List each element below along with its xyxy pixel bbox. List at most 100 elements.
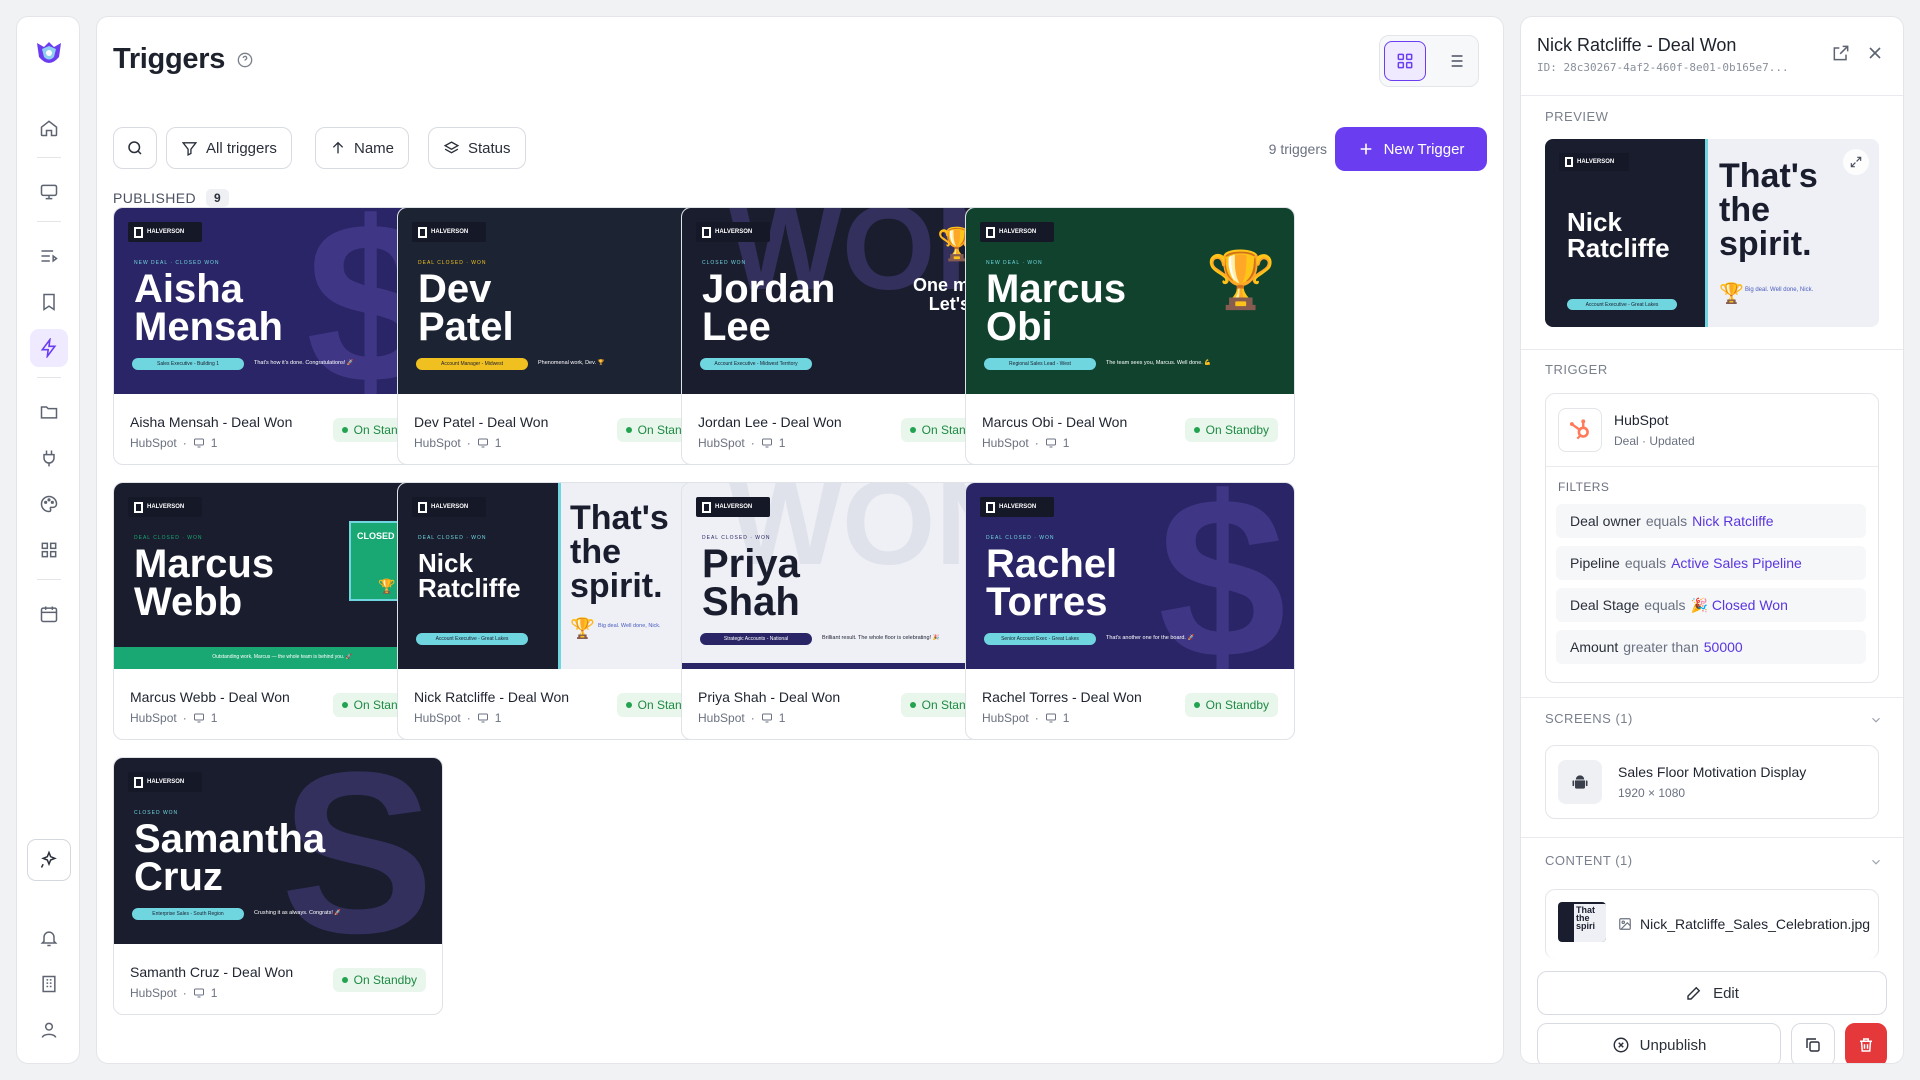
card-person-name: Marcus Webb [134,542,275,624]
card-title: Jordan Lee - Deal Won [698,414,842,430]
content-item[interactable]: That the spiri Nick_Ratcliffe_Sales_Cele… [1545,889,1879,959]
brand-logo: HALVERSON [412,222,486,242]
edit-button[interactable]: Edit [1537,971,1887,1015]
trigger-card[interactable]: S HALVERSON CLOSED WON Samantha Cruz Enterpri… [113,757,443,1015]
preview-person-name: Nick Ratcliffe [1567,207,1670,263]
trigger-detail-panel: Nick Ratcliffe - Deal Won ID: 28c30267-4… [1520,16,1904,1064]
card-person-name: Aisha Mensah [134,267,283,349]
screen-icon [477,437,489,449]
main-content: Triggers All triggers Name Status 9 trig… [96,16,1504,1064]
card-role-pill: Account Executive - Great Lakes [416,633,528,645]
trigger-card[interactable]: $ HALVERSON DEAL CLOSED · WON Rachel Torres S… [965,482,1295,740]
brand-name: HALVERSON [431,229,469,235]
trigger-section-label: TRIGGER [1545,362,1608,377]
trigger-card[interactable]: WONHALVERSONCLOSED WONJordanLeeOne more.… [681,207,1011,465]
preview-image[interactable]: HALVERSON Nick Ratcliffe Account Executive … [1545,139,1879,327]
delete-button[interactable] [1845,1023,1887,1063]
trigger-card[interactable]: HALVERSON DEAL CLOSED · WON Nick Ratcliffe T… [397,482,727,740]
content-chevron-down-icon[interactable] [1869,855,1883,869]
brand-logo: HALVERSON [980,222,1054,242]
status-badge: On Standby [332,968,426,992]
card-kicker: DEAL CLOSED · WON [418,535,487,541]
close-icon[interactable] [1865,43,1885,63]
trigger-card[interactable]: HALVERSON DEAL CLOSED · WON Dev Patel Accoun… [397,207,727,465]
card-screen-count: 1 [210,711,218,725]
home-icon[interactable] [30,109,68,147]
section-label: PUBLISHED [113,190,196,206]
folder-icon[interactable] [30,393,68,431]
card-thumbnail: WONHALVERSONCLOSED WONJordanLeeOne more.… [682,208,1010,394]
trophy-icon: 🏆 [378,578,396,594]
calendar-icon[interactable] [30,595,68,633]
playlist-icon[interactable] [30,237,68,275]
monitor-icon[interactable] [30,173,68,211]
sort-name-button[interactable]: Name [315,127,410,169]
trigger-card[interactable]: HALVERSON NEW DEAL · WON Marcus Obi 🏆 Regiona… [965,207,1295,465]
card-source: HubSpot [414,711,461,725]
brand-name: HALVERSON [715,504,753,510]
trigger-card[interactable]: WON HALVERSON DEAL CLOSED · WON Priya Shah St… [681,482,1011,740]
filter-field: Deal Stage [1570,597,1640,613]
app-logo-icon[interactable] [32,37,66,71]
android-icon [1558,760,1602,804]
card-role-pill: Account Manager - Midwest [416,358,528,370]
trigger-count: 9 triggers [1268,141,1327,157]
card-kicker: DEAL CLOSED · WON [418,260,487,266]
copy-icon [1804,1036,1822,1054]
open-external-icon[interactable] [1831,43,1851,63]
plus-icon [1358,141,1374,157]
card-role-pill: Regional Sales Lead - West [984,358,1096,370]
expand-icon[interactable] [1843,149,1869,175]
pencil-icon [1685,984,1703,1002]
user-icon[interactable] [30,1011,68,1049]
screen-icon [1045,437,1057,449]
trigger-card[interactable]: $ HALVERSON NEW DEAL · CLOSED WON Aisha Mens… [113,207,443,465]
card-meta: HubSpot · 1 [130,711,218,725]
triggers-lightning-icon[interactable] [30,329,68,367]
filters-label: FILTERS [1558,480,1610,494]
unpublish-button[interactable]: Unpublish [1537,1023,1781,1063]
trophy-icon: 🏆 [570,618,595,640]
card-role-pill: Enterprise Sales - South Region [132,908,244,920]
filter-all-triggers-button[interactable]: All triggers [166,127,292,169]
filter-label: All triggers [206,139,277,157]
published-section-header: PUBLISHED 9 [113,189,230,207]
card-thumbnail: S HALVERSON CLOSED WON Samantha Cruz Enterpri… [114,758,442,944]
bell-icon[interactable] [30,919,68,957]
grid-view-icon[interactable] [1384,41,1426,81]
screen-icon [1045,712,1057,724]
brand-logo: HALVERSON [980,497,1054,517]
brand-name: HALVERSON [999,229,1037,235]
card-title: Nick Ratcliffe - Deal Won [414,689,570,705]
plug-icon[interactable] [30,439,68,477]
card-kicker: DEAL CLOSED · WON [986,535,1055,541]
card-title: Marcus Webb - Deal Won [130,689,290,705]
duplicate-button[interactable] [1791,1023,1835,1063]
list-view-icon[interactable] [1434,41,1476,81]
widgets-grid-icon[interactable] [30,531,68,569]
page-title: Triggers [113,43,226,75]
section-count: 9 [205,189,230,207]
card-meta: HubSpot · 1 [414,436,502,450]
card-meta: HubSpot · 1 [130,986,218,1000]
card-tagline: Crushing it as always. Congrats! 🚀 [254,910,342,916]
new-trigger-button[interactable]: New Trigger [1335,127,1487,171]
screen-icon [193,437,205,449]
status-filter-button[interactable]: Status [428,127,526,169]
filter-row: Deal Stage equals 🎉 Closed Won [1556,588,1866,622]
search-button[interactable] [113,127,157,169]
filter-field: Deal owner [1570,513,1641,529]
palette-icon[interactable] [30,485,68,523]
screen-item[interactable]: Sales Floor Motivation Display 1920 × 10… [1545,745,1879,819]
bookmark-icon[interactable] [30,283,68,321]
help-icon[interactable] [237,52,253,68]
trigger-card[interactable]: HALVERSON DEAL CLOSED · WON Marcus Webb CLOS… [113,482,443,740]
card-role-pill: Outstanding work, Marcus — the whole tea… [212,654,352,660]
building-icon[interactable] [30,965,68,1003]
ai-sparkle-icon[interactable] [27,839,71,881]
screens-chevron-down-icon[interactable] [1869,713,1883,727]
card-screen-count: 1 [778,711,786,725]
card-thumbnail: HALVERSON DEAL CLOSED · WON Dev Patel Accoun… [398,208,726,394]
image-file-icon [1618,917,1632,931]
filter-operator: equals [1624,555,1667,571]
